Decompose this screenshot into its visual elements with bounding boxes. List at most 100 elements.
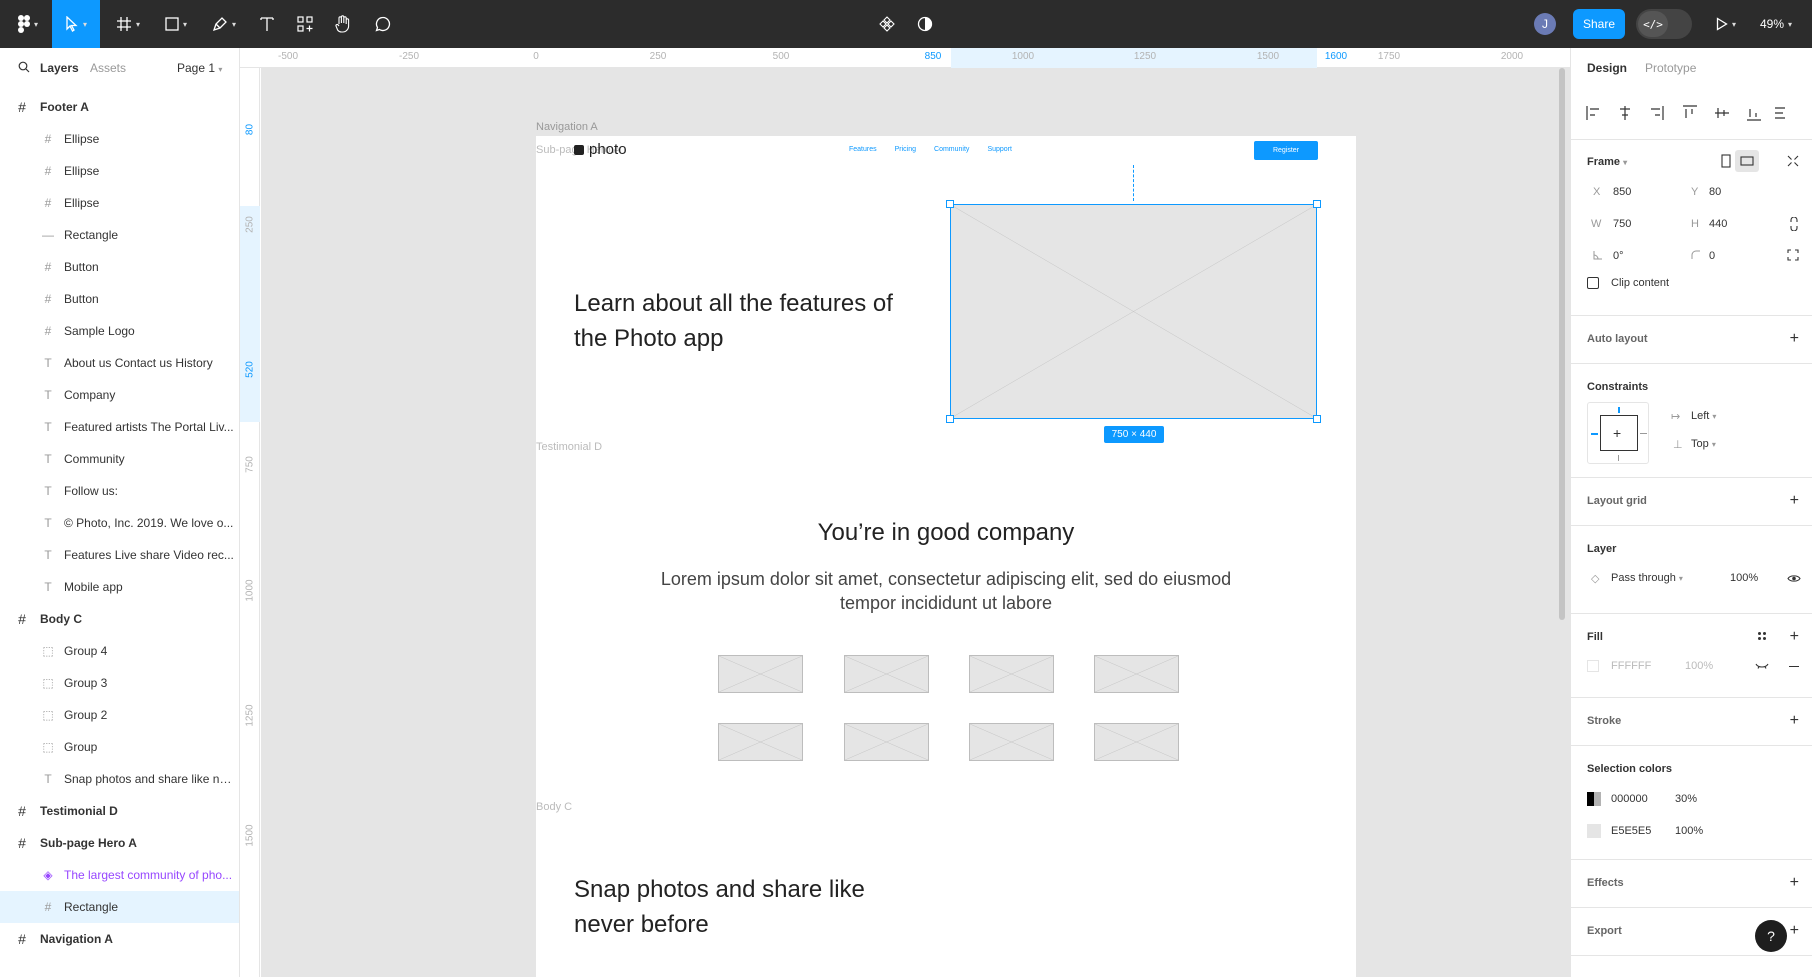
styles-icon[interactable] [1757,631,1767,641]
move-tool-button[interactable]: ▾ [52,0,100,48]
width-input[interactable]: 750 [1613,218,1631,230]
clip-content-checkbox[interactable] [1587,277,1599,289]
nav-link-community[interactable]: Community [934,146,969,153]
x-input[interactable]: 850 [1613,186,1631,198]
layer-row[interactable]: T Snap photos and share like ne... [0,763,239,795]
text-tool-button[interactable] [252,0,282,48]
nav-link-features[interactable]: Features [849,146,877,153]
frame-label-testimonial[interactable]: Testimonial D [536,441,602,453]
resources-button[interactable] [290,0,320,48]
layer-opacity-input[interactable]: 100% [1730,572,1758,584]
add-effect-icon[interactable]: + [1790,875,1799,891]
fill-swatch[interactable] [1587,660,1599,672]
rotation-input[interactable]: 0° [1613,250,1624,262]
layer-row[interactable]: # Navigation A [0,923,239,955]
resize-handle-bl[interactable] [946,415,954,423]
resize-handle-br[interactable] [1313,415,1321,423]
landscape-button[interactable] [1735,150,1759,172]
register-button[interactable]: Register [1254,141,1318,160]
layer-row[interactable]: ◈ The largest community of pho... [0,859,239,891]
nav-link-pricing[interactable]: Pricing [895,146,916,153]
frame-label-body[interactable]: Body C [536,801,572,813]
color-hex-1[interactable]: 000000 [1611,793,1648,805]
present-button[interactable]: ▾ [1708,0,1744,48]
logo-placeholder[interactable] [718,655,803,693]
layer-row[interactable]: T Featured artists The Portal Liv... [0,411,239,443]
hero-image-placeholder[interactable] [950,204,1317,419]
color-swatch-black[interactable] [1587,792,1601,806]
remove-fill-icon[interactable] [1789,666,1799,667]
shape-tool-button[interactable]: ▾ [156,0,196,48]
constraint-top[interactable] [1618,407,1620,413]
layer-row[interactable]: T Features Live share Video rec... [0,539,239,571]
logo-placeholder[interactable] [844,723,929,761]
add-layout-grid-icon[interactable]: + [1790,493,1799,509]
blend-mode-select[interactable]: Pass through ▾ [1611,572,1683,584]
horizontal-constraint-select[interactable]: Left ▾ [1691,410,1716,422]
pen-tool-button[interactable]: ▾ [204,0,244,48]
radius-input[interactable]: 0 [1709,250,1715,262]
comment-tool-button[interactable] [368,0,398,48]
add-fill-icon[interactable]: + [1790,629,1799,645]
layer-row[interactable]: # Sample Logo [0,315,239,347]
logo-placeholder[interactable] [1094,723,1179,761]
page-selector[interactable]: Page 1 ▾ [177,61,222,75]
frame-label-navigation[interactable]: Navigation A [536,121,598,133]
tab-prototype[interactable]: Prototype [1645,61,1696,75]
layer-row[interactable]: ⬚ Group 3 [0,667,239,699]
logo-placeholder[interactable] [969,655,1054,693]
layer-row[interactable]: T About us Contact us History [0,347,239,379]
eye-closed-icon[interactable] [1755,663,1769,669]
layer-row[interactable]: — Rectangle [0,219,239,251]
frame-tool-button[interactable]: ▾ [108,0,148,48]
components-button[interactable] [872,0,902,48]
layer-row[interactable]: # Ellipse [0,123,239,155]
layer-row[interactable]: # Ellipse [0,155,239,187]
nav-link-support[interactable]: Support [987,146,1012,153]
user-avatar[interactable]: J [1534,13,1556,35]
color-hex-2[interactable]: E5E5E5 [1611,825,1651,837]
layer-row[interactable]: # Body C [0,603,239,635]
add-export-icon[interactable]: + [1790,923,1799,939]
main-menu-button[interactable]: ▾ [10,0,46,48]
vertical-constraint-select[interactable]: Top ▾ [1691,438,1716,450]
share-button[interactable]: Share [1573,9,1625,39]
constraint-bottom[interactable] [1618,455,1619,461]
constraint-right[interactable] [1640,433,1647,434]
logo-placeholder[interactable] [844,655,929,693]
canvas-scrollbar[interactable] [1559,68,1565,620]
resize-handle-tl[interactable] [946,200,954,208]
layer-row[interactable]: # Button [0,251,239,283]
layer-row[interactable]: # Footer A [0,91,239,123]
logo-placeholder[interactable] [969,723,1054,761]
theme-toggle-button[interactable] [910,0,940,48]
hand-tool-button[interactable] [328,0,358,48]
layer-row[interactable]: ⬚ Group 4 [0,635,239,667]
help-button[interactable]: ? [1755,920,1787,952]
tab-design[interactable]: Design [1587,61,1627,75]
zoom-dropdown[interactable]: 49% ▾ [1760,0,1792,48]
add-auto-layout-icon[interactable]: + [1790,331,1799,347]
layer-row[interactable]: # Rectangle [0,891,239,923]
portrait-icon[interactable] [1721,154,1731,168]
resize-to-fit-icon[interactable] [1787,155,1799,167]
layer-row[interactable]: T Company [0,379,239,411]
color-swatch-gray[interactable] [1587,824,1601,838]
color-opacity-2[interactable]: 100% [1675,825,1703,837]
height-input[interactable]: 440 [1709,218,1727,230]
color-opacity-1[interactable]: 30% [1675,793,1697,805]
tab-layers[interactable]: Layers [40,61,79,75]
frame-label[interactable]: Frame ▾ [1587,156,1627,168]
alignment-icons[interactable] [1585,104,1785,122]
layer-row[interactable]: # Testimonial D [0,795,239,827]
canvas[interactable]: Navigation A Sub-page Hero A photo Featu… [261,68,1570,977]
constraint-left[interactable] [1591,433,1598,435]
layer-row[interactable]: T Community [0,443,239,475]
tab-assets[interactable]: Assets [90,61,126,75]
layer-row[interactable]: # Ellipse [0,187,239,219]
add-stroke-icon[interactable]: + [1790,713,1799,729]
eye-icon[interactable] [1787,574,1801,583]
constraint-widget[interactable]: + [1587,402,1649,464]
layer-row[interactable]: T Mobile app [0,571,239,603]
resize-handle-tr[interactable] [1313,200,1321,208]
